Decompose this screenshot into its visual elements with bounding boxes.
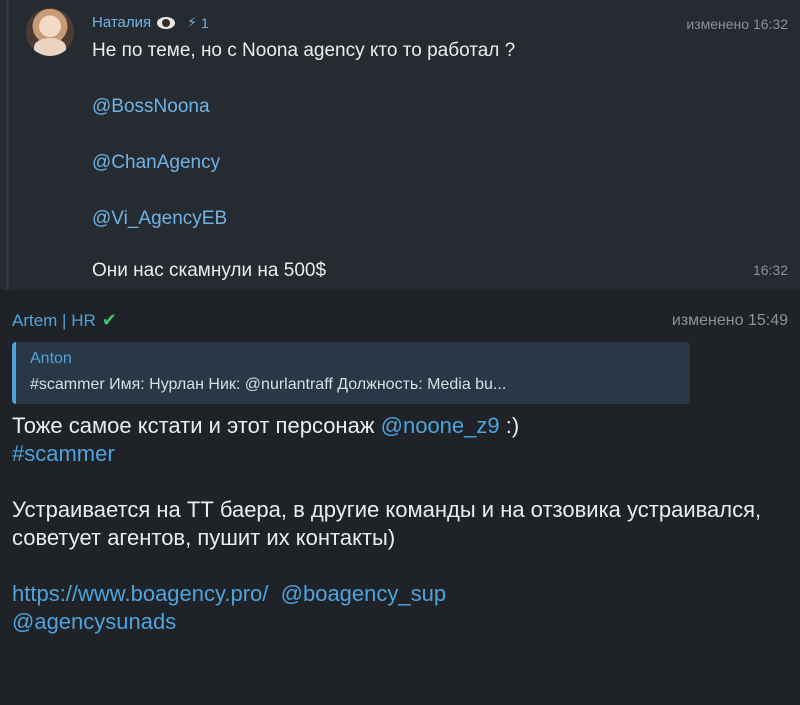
message-text: Тоже самое кстати и этот персонаж [12, 413, 381, 438]
message-line: Тоже самое кстати и этот персонаж @noone… [12, 412, 782, 440]
message-divider [6, 0, 9, 290]
sender-name[interactable]: Наталия ⚡︎ 1 [92, 14, 209, 31]
message-time: 16:32 [752, 262, 788, 278]
reply-quote[interactable]: Anton #scammer Имя: Нурлан Ник: @nurlant… [12, 342, 690, 404]
hashtag-link[interactable]: #scammer [12, 441, 115, 466]
mention-link[interactable]: @noone_z9 [381, 413, 500, 438]
url-link[interactable]: https://www.boagency.pro/ [12, 581, 268, 606]
mention-link[interactable]: @ChanAgency [92, 152, 220, 174]
reply-text: #scammer Имя: Нурлан Ник: @nurlantraff Д… [30, 376, 507, 393]
mention-link[interactable]: @BossNoona [92, 96, 210, 118]
reply-author: Anton [30, 350, 72, 367]
message-body: Тоже самое кстати и этот персонаж @noone… [12, 412, 782, 636]
sender-name-text[interactable]: Наталия [92, 14, 151, 31]
edited-timestamp: изменено 15:49 [671, 312, 788, 329]
eye-icon [157, 16, 176, 29]
mention-link[interactable]: @boagency_sup [281, 581, 446, 606]
avatar[interactable] [26, 8, 74, 56]
mention-link[interactable]: @agencysunads [12, 609, 176, 634]
sender-name[interactable]: Artem | HR ✔ [12, 310, 117, 331]
message-bubble-natalia[interactable]: Наталия ⚡︎ 1 изменено 16:32 Не по теме, … [0, 0, 800, 290]
message-text: Они нас скамнули на 500$ [92, 260, 327, 281]
sender-name-text[interactable]: Artem | HR [12, 311, 96, 331]
boost-icon: ⚡︎ [187, 14, 197, 30]
mention-link[interactable]: @Vi_AgencyEB [92, 208, 227, 230]
boost-count: 1 [201, 14, 209, 31]
message-paragraph: Устраивается на ТТ баера, в другие коман… [12, 497, 762, 550]
chat-view: Наталия ⚡︎ 1 изменено 16:32 Не по теме, … [0, 0, 800, 705]
edited-timestamp: изменено 16:32 [686, 16, 788, 32]
checkmark-icon: ✔ [101, 310, 117, 330]
message-text: Не по теме, но с Noona agency кто то раб… [92, 40, 516, 61]
message-text: :) [499, 413, 520, 438]
